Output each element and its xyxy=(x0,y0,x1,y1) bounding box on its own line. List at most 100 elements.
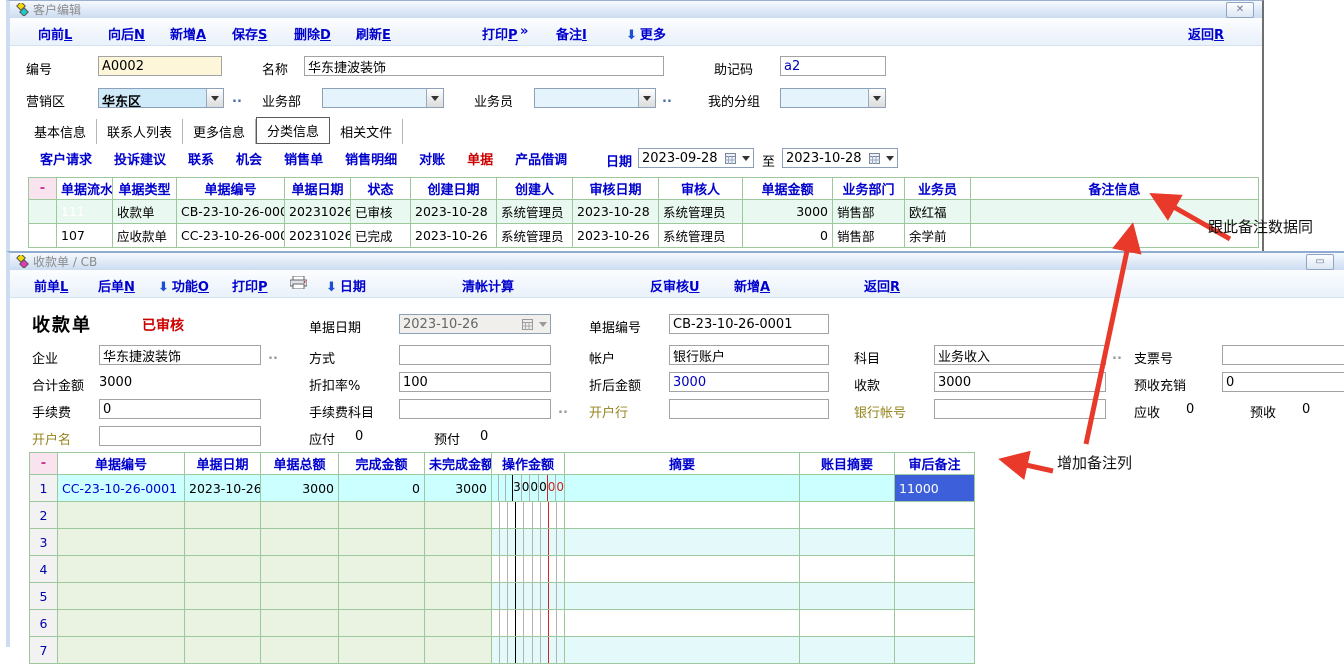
column-header[interactable]: - xyxy=(29,178,57,200)
row-number-cell[interactable]: 6 xyxy=(30,610,58,637)
row-number-cell[interactable]: 4 xyxy=(30,556,58,583)
mnemonic-input[interactable] xyxy=(780,56,886,76)
table-cell[interactable]: 20231026 xyxy=(285,200,351,224)
grid-row[interactable]: 4 xyxy=(30,556,975,583)
account-name-input[interactable] xyxy=(99,426,261,446)
detail-grid[interactable]: -单据编号单据日期单据总额完成金额未完成金额操作金额摘要账目摘要审后备注1CC-… xyxy=(29,452,975,664)
grid-cell[interactable] xyxy=(425,502,492,529)
column-header[interactable]: 摘要 xyxy=(565,453,800,475)
row-selector-cell[interactable] xyxy=(29,224,57,248)
grid-cell[interactable] xyxy=(339,556,425,583)
summary-cell[interactable] xyxy=(565,583,800,610)
more-button[interactable]: ⬇更多 xyxy=(626,24,666,43)
column-header[interactable]: 单据编号 xyxy=(177,178,285,200)
row-number-cell[interactable]: 1 xyxy=(30,475,58,502)
account-summary-cell[interactable] xyxy=(800,475,895,502)
expand-button[interactable]: » xyxy=(520,24,528,39)
table-cell[interactable]: 销售部 xyxy=(833,224,905,248)
region-combo[interactable]: 华东区 xyxy=(98,88,224,108)
column-header[interactable]: 单据编号 xyxy=(58,453,185,475)
audit-note-cell[interactable] xyxy=(895,583,975,610)
grid-cell[interactable] xyxy=(339,610,425,637)
print-button[interactable]: 打印P xyxy=(482,24,518,43)
column-header[interactable]: 业务员 xyxy=(905,178,971,200)
tab-分类信息[interactable]: 分类信息 xyxy=(256,117,330,144)
column-header[interactable]: - xyxy=(30,453,58,475)
link-客户请求[interactable]: 客户请求 xyxy=(40,149,92,168)
date-button[interactable]: ⬇日期 xyxy=(326,276,366,295)
grid-cell[interactable] xyxy=(185,502,261,529)
table-cell[interactable]: 已审核 xyxy=(351,200,411,224)
grid-row[interactable]: 1CC-23-10-26-00012023-10-263000030003000… xyxy=(30,475,975,502)
table-cell[interactable]: 销售部 xyxy=(833,200,905,224)
functions-button[interactable]: ⬇功能O xyxy=(158,276,209,295)
column-header[interactable]: 创建人 xyxy=(497,178,573,200)
grid-cell[interactable] xyxy=(185,529,261,556)
print-button[interactable]: 打印P xyxy=(232,276,268,295)
grid-cell[interactable] xyxy=(185,610,261,637)
column-header[interactable]: 未完成金额 xyxy=(425,453,492,475)
chevron-down-icon[interactable] xyxy=(883,149,897,167)
forward-button[interactable]: 向前L xyxy=(38,24,72,43)
table-row[interactable]: 107应收款单CC-23-10-26-000120231026已完成2023-1… xyxy=(29,224,1259,248)
table-cell[interactable]: 2023-10-26 xyxy=(411,224,497,248)
subject-input[interactable] xyxy=(934,345,1106,365)
summary-cell[interactable] xyxy=(565,502,800,529)
column-header[interactable]: 单据金额 xyxy=(743,178,833,200)
grid-cell[interactable] xyxy=(58,556,185,583)
refresh-button[interactable]: 刷新E xyxy=(356,24,391,43)
account-summary-cell[interactable] xyxy=(800,556,895,583)
grid-row[interactable]: 6 xyxy=(30,610,975,637)
table-cell[interactable]: 收款单 xyxy=(113,200,177,224)
audit-note-cell[interactable] xyxy=(895,610,975,637)
minimize-icon[interactable]: ▭ xyxy=(1306,254,1334,270)
next-doc-button[interactable]: 后单N xyxy=(98,276,135,295)
return-button[interactable]: 返回R xyxy=(864,276,900,295)
column-header[interactable]: 操作金额 xyxy=(492,453,565,475)
tab-基本信息[interactable]: 基本信息 xyxy=(24,119,97,144)
grid-cell[interactable] xyxy=(185,556,261,583)
code-input[interactable] xyxy=(98,56,222,76)
table-cell[interactable]: 20231026 xyxy=(285,224,351,248)
column-header[interactable]: 账目摘要 xyxy=(800,453,895,475)
fee-input[interactable] xyxy=(99,399,261,419)
date-to-input[interactable]: 2023-10-28 xyxy=(782,148,898,168)
account-summary-cell[interactable] xyxy=(800,637,895,664)
link-单据[interactable]: 单据 xyxy=(467,149,493,168)
grid-cell[interactable] xyxy=(58,637,185,664)
region-picker-button[interactable]: .. xyxy=(232,91,242,106)
grid-cell[interactable] xyxy=(261,529,339,556)
grid-cell[interactable] xyxy=(425,583,492,610)
table-cell[interactable]: 2023-10-26 xyxy=(573,224,659,248)
account-summary-cell[interactable] xyxy=(800,502,895,529)
grid-cell[interactable] xyxy=(425,610,492,637)
link-联系[interactable]: 联系 xyxy=(188,149,214,168)
chevron-down-icon[interactable] xyxy=(206,89,223,107)
column-header[interactable]: 审核人 xyxy=(659,178,743,200)
grid-cell[interactable] xyxy=(58,529,185,556)
account-summary-cell[interactable] xyxy=(800,610,895,637)
grid-cell[interactable] xyxy=(339,502,425,529)
customer-window-titlebar[interactable]: 客户编辑 xyxy=(10,1,1262,19)
column-header[interactable]: 单据日期 xyxy=(285,178,351,200)
account-summary-cell[interactable] xyxy=(800,529,895,556)
chevron-down-icon[interactable] xyxy=(739,149,753,167)
summary-cell[interactable] xyxy=(565,556,800,583)
table-cell[interactable]: 已完成 xyxy=(351,224,411,248)
column-header[interactable]: 单据类型 xyxy=(113,178,177,200)
close-icon[interactable]: ✕ xyxy=(1226,2,1254,18)
receipt-window-titlebar[interactable]: 收款单 / CB xyxy=(10,253,1344,271)
return-button[interactable]: 返回R xyxy=(1188,24,1224,43)
chevron-down-icon[interactable] xyxy=(426,89,443,107)
salesman-picker-button[interactable]: .. xyxy=(662,91,672,106)
backward-button[interactable]: 向后N xyxy=(108,24,145,43)
summary-cell[interactable] xyxy=(565,610,800,637)
doc-no-input[interactable] xyxy=(669,314,829,334)
settle-calc-button[interactable]: 清帐计算 xyxy=(462,276,514,295)
grid-cell[interactable] xyxy=(339,583,425,610)
grid-cell[interactable] xyxy=(261,637,339,664)
table-cell[interactable]: CB-23-10-26-0001 xyxy=(177,200,285,224)
table-cell[interactable]: 107 xyxy=(57,224,113,248)
grid-row[interactable]: 3 xyxy=(30,529,975,556)
advance-writeoff-input[interactable] xyxy=(1222,372,1344,392)
